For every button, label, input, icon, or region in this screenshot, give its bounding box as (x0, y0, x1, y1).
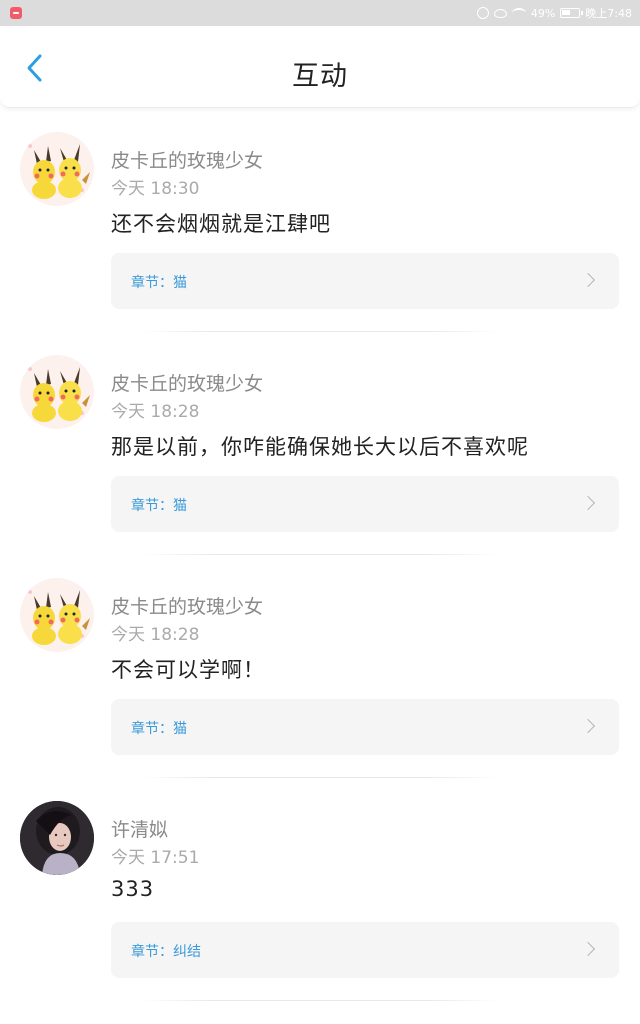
comment-text: 还不会烟烟就是江肆吧 (111, 212, 331, 236)
comment-text: 那是以前，你咋能确保她长大以后不喜欢呢 (111, 435, 529, 459)
comment-item: 皮卡丘的玫瑰少女 今天 18:28 不会可以学啊！ 章节：猫 (0, 554, 640, 778)
comment-item: 皮卡丘的玫瑰少女 今天 18:28 那是以前，你咋能确保她长大以后不喜欢呢 章节… (0, 331, 640, 555)
chapter-link[interactable]: 章节：猫 (111, 476, 619, 532)
status-bar: 49% 晚上7:48 (0, 0, 640, 26)
chapter-link[interactable]: 章节：纠结 (111, 922, 619, 978)
alarm-icon (476, 7, 489, 19)
chapter-label: 章节：纠结 (131, 944, 201, 960)
top-nav-bar: 互动 (0, 26, 640, 108)
chevron-right-icon (580, 272, 596, 288)
wifi-icon (511, 8, 526, 18)
pikachu-avatar[interactable] (20, 132, 94, 206)
chevron-right-icon (580, 941, 596, 957)
comment-timestamp: 今天 18:30 (111, 179, 200, 199)
clock-time: 晚上7:48 (585, 7, 632, 20)
eye-comfort-icon (493, 8, 507, 18)
chevron-right-icon (580, 495, 596, 511)
comment-timestamp: 今天 18:28 (111, 402, 200, 422)
status-icons: 49% 晚上7:48 (476, 5, 632, 21)
chapter-label: 章节：猫 (131, 498, 187, 514)
chevron-right-icon (580, 718, 596, 734)
divider (140, 1000, 500, 1001)
chapter-link[interactable]: 章节：猫 (111, 699, 619, 755)
app-notification-icon (10, 7, 22, 19)
photo-avatar[interactable] (20, 801, 94, 875)
chapter-label: 章节：猫 (131, 275, 187, 291)
battery-percent: 49% (530, 6, 556, 20)
comment-item: 皮卡丘的玫瑰少女 今天 18:30 还不会烟烟就是江肆吧 章节：猫 (0, 108, 640, 332)
page-title: 互动 (292, 61, 348, 92)
comment-username[interactable]: 皮卡丘的玫瑰少女 (111, 592, 263, 619)
comment-username[interactable]: 许清姒 (111, 815, 168, 842)
battery-icon (560, 8, 584, 18)
comment-text: 不会可以学啊！ (111, 658, 265, 682)
comment-timestamp: 今天 17:51 (111, 848, 200, 868)
pikachu-avatar[interactable] (20, 355, 94, 429)
pikachu-avatar[interactable] (20, 578, 94, 652)
comment-timestamp: 今天 18:28 (111, 625, 200, 645)
comment-username[interactable]: 皮卡丘的玫瑰少女 (111, 146, 263, 173)
comment-text: 333 (111, 877, 155, 901)
comment-item: 许清姒 今天 17:51 333 章节：纠结 (0, 777, 640, 1001)
chapter-label: 章节：猫 (131, 721, 187, 737)
comment-username[interactable]: 皮卡丘的玫瑰少女 (111, 369, 263, 396)
chapter-link[interactable]: 章节：猫 (111, 253, 619, 309)
